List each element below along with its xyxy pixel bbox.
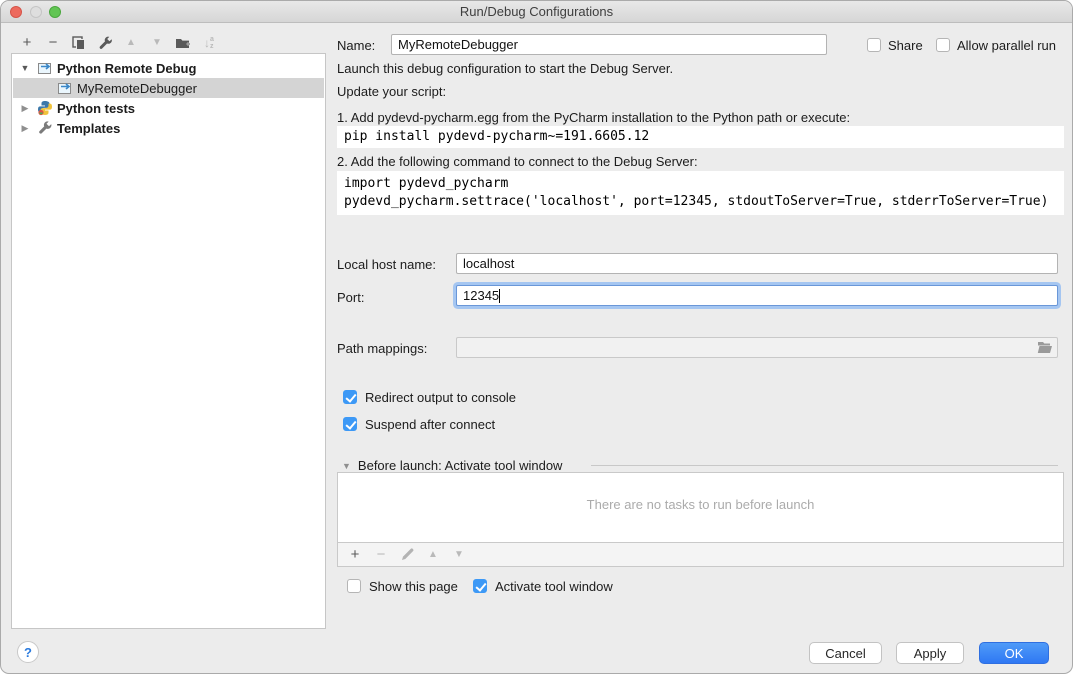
remote-debug-icon <box>57 80 73 96</box>
remove-configuration-button[interactable]: − <box>45 35 61 51</box>
redirect-output-checkbox[interactable] <box>343 390 357 404</box>
new-folder-icon <box>175 36 191 50</box>
activate-tool-window-label: Activate tool window <box>495 579 613 594</box>
tree-item-python-tests[interactable]: ▶ Python tests <box>13 98 324 118</box>
plus-icon: + <box>351 547 360 563</box>
browse-folder-icon[interactable] <box>1037 341 1053 354</box>
window-title: Run/Debug Configurations <box>1 4 1072 19</box>
update-script-text: Update your script: <box>337 84 446 99</box>
before-launch-task-list: There are no tasks to run before launch <box>337 472 1064 543</box>
task-list-toolbar: + − ▲ ▼ <box>337 543 1064 567</box>
run-debug-configurations-dialog: Run/Debug Configurations + − ▲ ▼ ↓ az ▼ <box>0 0 1073 674</box>
step2-text: 2. Add the following command to connect … <box>337 154 698 169</box>
tree-item-label: MyRemoteDebugger <box>77 81 197 96</box>
sort-configurations-button[interactable]: ↓ az <box>201 35 217 51</box>
apply-button[interactable]: Apply <box>896 642 964 664</box>
help-button[interactable]: ? <box>17 641 39 663</box>
chevron-collapsed-icon[interactable]: ▶ <box>19 123 31 134</box>
chevron-expanded-icon[interactable]: ▼ <box>19 63 31 73</box>
share-checkbox[interactable] <box>867 38 881 52</box>
move-task-up-button[interactable]: ▲ <box>425 547 441 563</box>
port-label: Port: <box>337 290 364 305</box>
minus-icon: − <box>377 547 386 563</box>
tree-item-python-remote-debug[interactable]: ▼ Python Remote Debug <box>13 58 324 78</box>
move-up-button[interactable]: ▲ <box>123 35 139 51</box>
tree-item-myremotedebugger[interactable]: MyRemoteDebugger <box>13 78 324 98</box>
settrace-code: import pydevd_pycharm pydevd_pycharm.sett… <box>337 171 1064 215</box>
pip-install-code: pip install pydevd-pycharm~=191.6605.12 <box>337 126 1064 148</box>
pencil-icon <box>401 548 414 561</box>
intro-text: Launch this debug configuration to start… <box>337 61 673 76</box>
cancel-button[interactable]: Cancel <box>809 642 882 664</box>
titlebar: Run/Debug Configurations <box>1 1 1072 23</box>
local-host-name-input[interactable] <box>456 253 1058 274</box>
name-input[interactable] <box>391 34 827 55</box>
add-configuration-button[interactable]: + <box>19 35 35 51</box>
ok-button[interactable]: OK <box>979 642 1049 664</box>
activate-tool-window-checkbox[interactable] <box>473 579 487 593</box>
empty-task-message: There are no tasks to run before launch <box>338 497 1063 512</box>
local-host-name-label: Local host name: <box>337 257 436 272</box>
step1-text: 1. Add pydevd-pycharm.egg from the PyCha… <box>337 110 850 125</box>
wrench-icon <box>98 36 113 51</box>
tree-item-label: Python tests <box>57 101 135 116</box>
tree-item-label: Python Remote Debug <box>57 61 196 76</box>
chevron-collapsed-icon[interactable]: ▶ <box>19 103 31 114</box>
before-launch-header[interactable]: ▼ Before launch: Activate tool window <box>342 458 562 473</box>
code-settrace-line: pydevd_pycharm.settrace('localhost', por… <box>344 194 1048 209</box>
remove-task-button[interactable]: − <box>373 547 389 563</box>
up-arrow-icon: ▲ <box>428 547 438 563</box>
copy-icon <box>72 36 86 50</box>
path-mappings-input[interactable] <box>456 337 1058 358</box>
new-folder-button[interactable] <box>175 35 191 51</box>
plus-icon: + <box>23 35 32 51</box>
move-down-button[interactable]: ▼ <box>149 35 165 51</box>
configurations-toolbar: + − ▲ ▼ ↓ az <box>19 35 217 51</box>
before-launch-title: Before launch: Activate tool window <box>358 458 563 473</box>
allow-parallel-run-label: Allow parallel run <box>957 38 1056 53</box>
allow-parallel-run-checkbox[interactable] <box>936 38 950 52</box>
redirect-output-label: Redirect output to console <box>365 390 516 405</box>
suspend-after-connect-label: Suspend after connect <box>365 417 495 432</box>
sort-az-icon: ↓ az <box>204 35 214 51</box>
path-mappings-label: Path mappings: <box>337 341 427 356</box>
minus-icon: − <box>49 35 58 51</box>
text-caret <box>499 289 500 303</box>
python-tests-icon <box>37 100 53 116</box>
name-label: Name: <box>337 38 375 53</box>
show-this-page-checkbox[interactable] <box>347 579 361 593</box>
tree-item-templates[interactable]: ▶ Templates <box>13 118 324 138</box>
show-this-page-label: Show this page <box>369 579 458 594</box>
edit-task-button[interactable] <box>399 547 415 563</box>
tree-item-label: Templates <box>57 121 120 136</box>
configurations-tree: ▼ Python Remote Debug MyRemoteDebugger ▶… <box>11 53 326 629</box>
edit-templates-button[interactable] <box>97 35 113 51</box>
copy-configuration-button[interactable] <box>71 35 87 51</box>
up-arrow-icon: ▲ <box>126 35 136 51</box>
help-icon: ? <box>24 645 32 660</box>
code-import-line: import pydevd_pycharm <box>344 176 508 191</box>
port-input[interactable] <box>456 285 1058 306</box>
remote-debug-icon <box>37 60 53 76</box>
section-divider <box>591 465 1058 466</box>
down-arrow-icon: ▼ <box>152 35 162 51</box>
move-task-down-button[interactable]: ▼ <box>451 547 467 563</box>
section-collapse-icon[interactable]: ▼ <box>342 461 351 471</box>
share-label: Share <box>888 38 923 53</box>
templates-wrench-icon <box>37 120 53 136</box>
down-arrow-icon: ▼ <box>454 547 464 563</box>
suspend-after-connect-checkbox[interactable] <box>343 417 357 431</box>
add-task-button[interactable]: + <box>347 547 363 563</box>
